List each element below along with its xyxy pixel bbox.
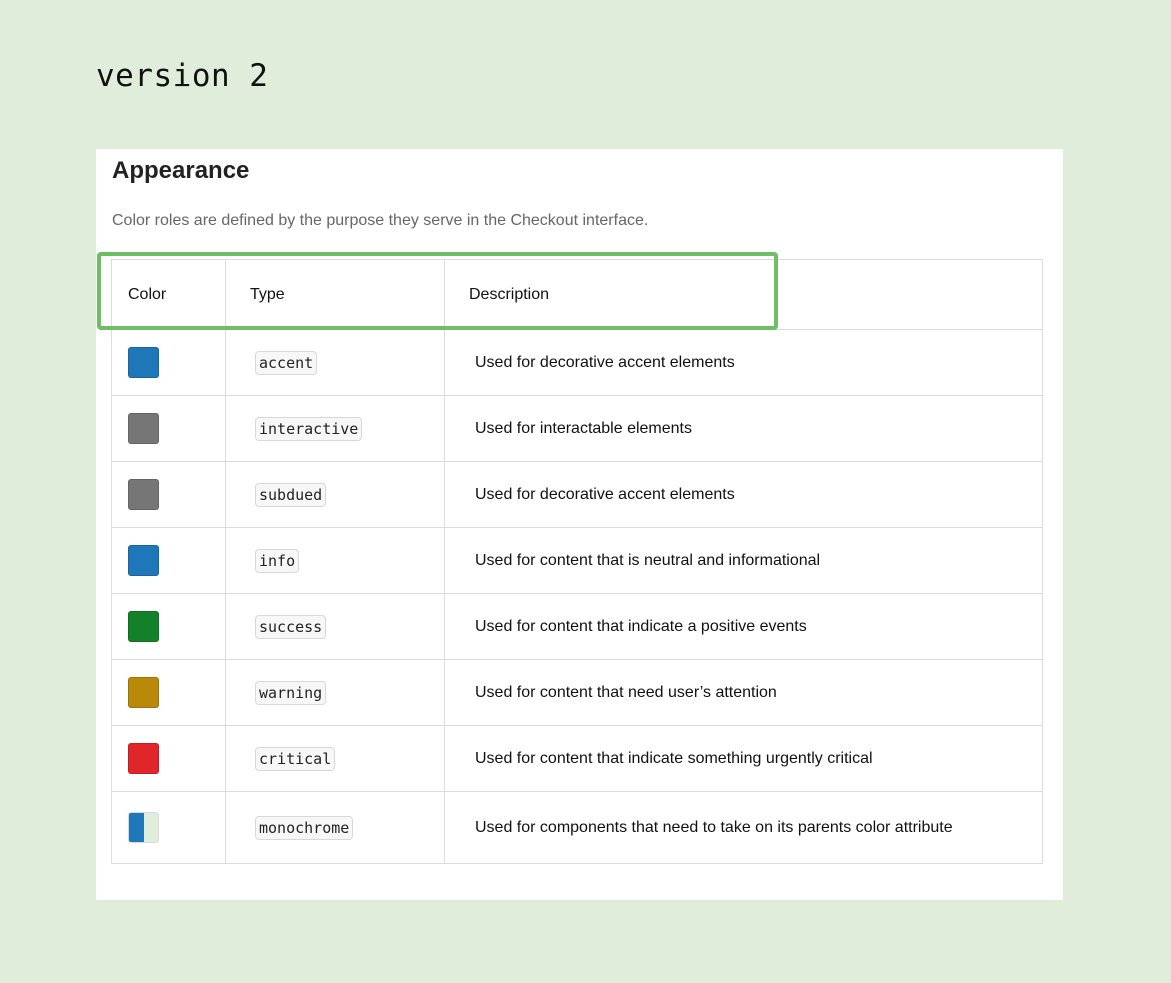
color-cell [112,330,226,395]
color-cell [112,660,226,725]
type-cell: info [226,528,445,593]
type-cell: warning [226,660,445,725]
card-subtitle: Color roles are defined by the purpose t… [112,212,649,229]
color-swatch [128,611,159,642]
type-token: critical [255,746,336,771]
type-cell: accent [226,330,445,395]
color-swatch [128,677,159,708]
color-swatch [128,743,159,774]
color-swatch [128,347,159,378]
table-row: critical Used for content that indicate s… [112,725,1042,791]
type-token: accent [255,350,318,375]
color-cell [112,462,226,527]
type-cell: monochrome [226,792,445,863]
type-token: monochrome [255,815,354,840]
table-row: monochrome Used for components that need … [112,791,1042,863]
type-cell: success [226,594,445,659]
table-header-row: Color Type Description [112,260,1042,329]
type-token: success [255,614,327,639]
table-row: interactive Used for interactable element… [112,395,1042,461]
card-title: Appearance [112,157,250,184]
appearance-card: Appearance Color roles are defined by th… [96,149,1063,900]
description-cell: Used for components that need to take on… [475,818,953,836]
description-cell: Used for content that is neutral and inf… [475,551,821,569]
type-cell: subdued [226,462,445,527]
description-cell: Used for content that need user’s attent… [475,683,777,701]
color-cell [112,792,226,863]
table-row: info Used for content that is neutral and… [112,527,1042,593]
color-swatch [128,413,159,444]
color-swatch [128,812,159,843]
color-swatch [128,479,159,510]
description-cell: Used for decorative accent elements [475,353,735,371]
type-cell: critical [226,726,445,791]
description-cell: Used for decorative accent elements [475,485,735,503]
color-cell [112,726,226,791]
table-row: accent Used for decorative accent element… [112,329,1042,395]
description-cell: Used for content that indicate a positiv… [475,617,807,635]
color-cell [112,528,226,593]
version-label: version 2 [96,58,269,94]
type-token: subdued [255,482,327,507]
table-row: success Used for content that indicate a … [112,593,1042,659]
color-roles-table: Color Type Description accent Used for de… [111,259,1043,864]
type-token: warning [255,680,327,705]
table-row: warning Used for content that need user’s… [112,659,1042,725]
header-color: Color [112,260,226,329]
table-row: subdued Used for decorative accent elemen… [112,461,1042,527]
color-swatch [128,545,159,576]
header-type: Type [226,260,445,329]
type-token: info [255,548,300,573]
description-cell: Used for content that indicate something… [475,749,873,767]
description-cell: Used for interactable elements [475,419,692,437]
type-token: interactive [255,416,363,441]
header-description: Description [469,285,550,303]
color-cell [112,396,226,461]
type-cell: interactive [226,396,445,461]
color-cell [112,594,226,659]
